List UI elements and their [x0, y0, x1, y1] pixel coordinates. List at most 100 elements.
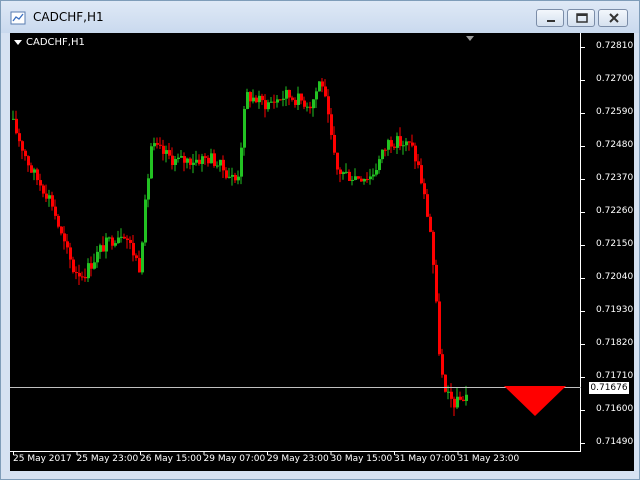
candle-body: [150, 146, 153, 179]
candle-body: [186, 158, 189, 163]
candle-body: [333, 134, 336, 153]
chart-shift-marker[interactable]: [466, 36, 474, 41]
candle-body: [222, 159, 225, 171]
candle-body: [195, 159, 198, 163]
candle-body: [180, 156, 183, 158]
candle-body: [351, 179, 354, 181]
candle-body: [204, 156, 207, 158]
candle-body: [426, 194, 429, 217]
candle-body: [66, 241, 69, 248]
candle-body: [63, 233, 66, 242]
price-axis-label: 0.72700: [596, 74, 634, 84]
candle-body: [267, 102, 270, 110]
candle-body: [402, 145, 405, 147]
candle-body: [435, 264, 438, 302]
candle-body: [231, 174, 234, 177]
candle-body: [87, 263, 90, 279]
maximize-icon: [576, 13, 588, 23]
down-arrow-icon: [504, 386, 566, 416]
candle-body: [396, 136, 399, 148]
candle-body: [210, 153, 213, 164]
candle-body: [156, 143, 159, 145]
candle-body: [261, 95, 264, 101]
candle-body: [276, 99, 279, 103]
candle-body: [408, 141, 411, 143]
candle-body: [129, 239, 132, 243]
candle-body: [453, 398, 456, 408]
candle-body: [348, 171, 351, 181]
candle-body: [390, 140, 393, 147]
candle-body: [420, 165, 423, 184]
candle-body: [375, 170, 378, 175]
candle-body: [132, 242, 135, 256]
title-bar[interactable]: CADCHF,H1: [1, 1, 639, 33]
chart-area[interactable]: CADCHF,H1 0.72810 0.72700 0.72590 0.72480 0.…: [10, 33, 634, 471]
candle-body: [114, 243, 117, 246]
candle-body: [393, 146, 396, 148]
candle-body: [177, 157, 180, 160]
candle-body: [12, 118, 15, 120]
candle-body: [45, 193, 48, 199]
candle-body: [465, 394, 468, 402]
candle-body: [294, 99, 297, 105]
candle-body: [36, 169, 39, 181]
candle-body: [288, 89, 291, 98]
candle-body: [297, 93, 300, 105]
price-axis-label: 0.72480: [596, 140, 634, 150]
candle-body: [105, 237, 108, 252]
candle-body: [456, 396, 459, 408]
candle-body: [441, 354, 444, 375]
candle-body: [270, 101, 273, 103]
candle-body: [423, 183, 426, 195]
maximize-button[interactable]: [567, 9, 595, 27]
candle-body: [75, 272, 78, 274]
candle-body: [285, 89, 288, 99]
candle-body: [411, 142, 414, 146]
candle-body: [96, 251, 99, 263]
time-axis-label: 25 May 2017: [13, 454, 72, 464]
close-button[interactable]: [598, 9, 628, 27]
candle-body: [81, 276, 84, 278]
candle-body: [24, 150, 27, 157]
candle-body: [327, 96, 330, 115]
candle-body: [459, 396, 462, 400]
candle-body: [21, 141, 24, 151]
candle-body: [249, 92, 252, 102]
candle-body: [369, 176, 372, 180]
price-axis-label: 0.72040: [596, 272, 634, 282]
candle-body: [447, 391, 450, 393]
candle-body: [54, 206, 57, 216]
candle-body: [18, 133, 21, 142]
chart-window-icon: [10, 10, 26, 26]
chart-symbol-label[interactable]: CADCHF,H1: [14, 37, 85, 48]
chart-window: CADCHF,H1 CADCHF,H1 0.72810 0.72700 0.72…: [0, 0, 640, 480]
candle-body: [171, 155, 174, 166]
candle-body: [39, 180, 42, 186]
candle-body: [183, 156, 186, 163]
candle-body: [117, 237, 120, 244]
symbol-text: CADCHF,H1: [26, 37, 85, 48]
minimize-button[interactable]: [536, 9, 564, 27]
candle-body: [198, 159, 201, 164]
candle-body: [264, 100, 267, 110]
candle-body: [360, 178, 363, 182]
candle-body: [48, 195, 51, 199]
candle-body: [192, 162, 195, 165]
candle-body: [51, 195, 54, 207]
time-axis-label: 31 May 23:00: [457, 454, 520, 464]
candle-body: [309, 106, 312, 109]
candle-body: [102, 245, 105, 252]
candle-body: [99, 245, 102, 252]
candle-body: [174, 159, 177, 166]
candle-body: [312, 99, 315, 109]
candle-body: [363, 178, 366, 182]
time-axis-label: 26 May 15:00: [140, 454, 202, 464]
candle-body: [429, 216, 432, 232]
candle-body: [123, 236, 126, 239]
candle-body: [258, 95, 261, 103]
candle-body: [219, 159, 222, 166]
candle-body: [15, 118, 18, 134]
candle-body: [27, 156, 30, 166]
candlesticks: [12, 78, 468, 416]
candle-body: [291, 97, 294, 100]
